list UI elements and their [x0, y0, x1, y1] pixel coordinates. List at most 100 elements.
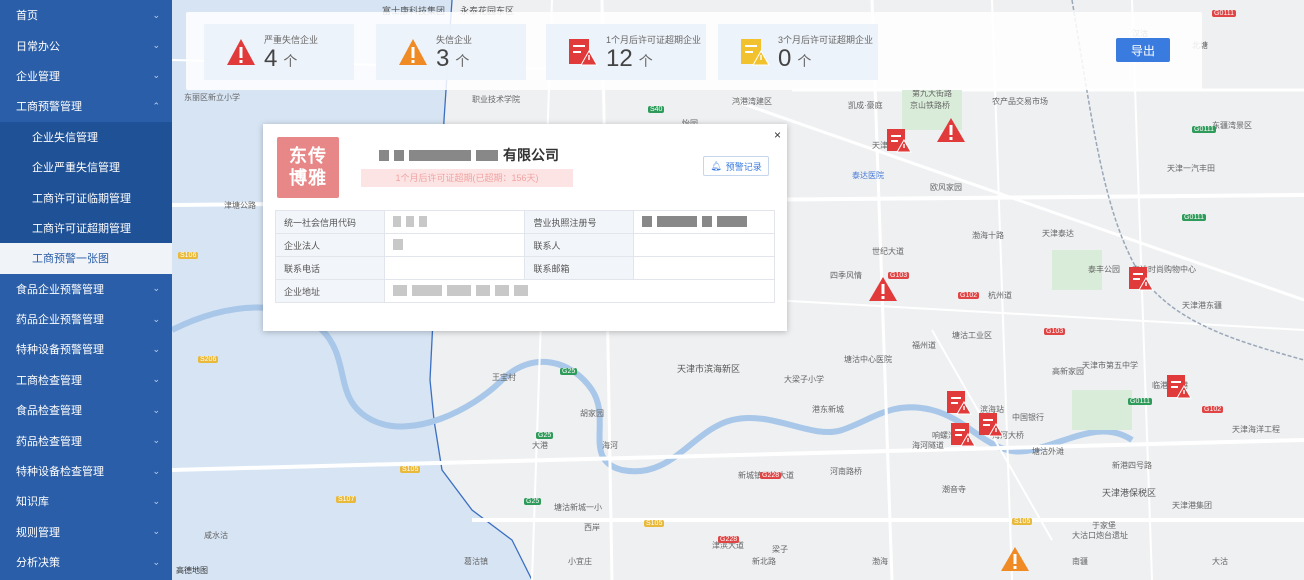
road-badge: G228 — [760, 472, 782, 479]
license-warning-yellow-icon — [741, 39, 770, 66]
sidebar: 首页 ⌄ 日常办公 ⌄ 企业管理 ⌄ 工商预警管理 ⌃ 企业失信管理 企业严重失信管理 … — [0, 0, 172, 580]
warning-record-button[interactable]: 🔔︎ 预警记录 — [703, 156, 769, 176]
stat-card-dishonest[interactable]: 失信企业 3个 — [376, 24, 526, 80]
map-label: 福州道 — [912, 341, 936, 350]
stat-card-serious-dishonest[interactable]: 严重失信企业 4个 — [204, 24, 354, 80]
chevron-down-icon: ⌄ — [152, 70, 160, 81]
company-name-suffix: 有限公司 — [503, 147, 559, 163]
nav-label: 规则管理 — [16, 526, 60, 539]
nav-item-rules[interactable]: 规则管理 ⌄ — [0, 517, 172, 547]
road-badge: S107 — [336, 496, 357, 503]
nav-item-enterprise[interactable]: 企业管理 ⌄ — [0, 61, 172, 91]
expiry-badge: 1个月后许可证超期(已超期：156天) — [361, 169, 573, 187]
nav-item-office[interactable]: 日常办公 ⌄ — [0, 30, 172, 60]
chevron-down-icon: ⌄ — [152, 465, 160, 476]
close-icon[interactable]: × — [774, 128, 781, 142]
map-label: 塘沽新城一小 — [554, 503, 602, 512]
nav-item-drug-warning[interactable]: 药品企业预警管理 ⌄ — [0, 304, 172, 334]
map-label: 新港四号路 — [1112, 461, 1152, 470]
redacted-text — [379, 149, 389, 161]
field-label: 联系邮箱 — [524, 256, 635, 280]
map-label: 海河 — [602, 441, 618, 450]
map-label: 鸿港湾建区 — [732, 97, 772, 106]
map-label: 渤海十路 — [972, 231, 1004, 240]
nav-sub-item-license-expired[interactable]: 工商许可证超期管理 — [0, 213, 172, 243]
nav-sub-item-dishonest[interactable]: 企业失信管理 — [0, 122, 172, 152]
chevron-down-icon: ⌄ — [152, 435, 160, 446]
map-label: 海河隧道 — [912, 441, 944, 450]
map-label: 梁子 — [772, 545, 788, 554]
chevron-down-icon: ⌄ — [152, 9, 160, 20]
road-badge: S105 — [1012, 518, 1033, 525]
map-label: 中国银行 — [1012, 413, 1044, 422]
map-label: 大沽口炮台遗址 — [1072, 531, 1128, 540]
nav-item-equipment-check[interactable]: 特种设备检查管理 ⌄ — [0, 456, 172, 486]
road-badge: G103 — [1044, 328, 1066, 335]
redacted-text — [409, 149, 471, 161]
stat-card-license-1-month[interactable]: 1个月后许可证超期企业 12 个 — [546, 24, 706, 80]
map-label: 渤海 — [872, 557, 888, 566]
nav-item-analysis[interactable]: 分析决策 ⌄ — [0, 547, 172, 577]
nav-label: 知识库 — [16, 496, 49, 509]
stat-value: 3 — [436, 44, 450, 72]
warning-triangle-orange-icon — [399, 39, 427, 65]
field-label: 企业地址 — [275, 279, 385, 303]
field-value — [633, 256, 775, 280]
field-value — [383, 256, 526, 280]
road-badge: S105 — [644, 520, 665, 527]
license-warning-red-icon — [569, 39, 598, 66]
map-label: 凯成·豪庭 — [848, 101, 883, 110]
map-label: 天津港东疆 — [1182, 301, 1222, 310]
map-label: 天津海洋工程 — [1232, 425, 1280, 434]
map-label: 泰达医院 — [852, 171, 884, 180]
logo-text: 东传 — [289, 146, 327, 166]
map-label: 港东新城 — [812, 405, 844, 414]
road-badge: G25 — [524, 498, 542, 505]
nav-item-business-check[interactable]: 工商检查管理 ⌄ — [0, 365, 172, 395]
stat-card-license-3-month[interactable]: 3个月后许可证超期企业 0个 — [718, 24, 878, 80]
chevron-down-icon: ⌄ — [152, 526, 160, 537]
map-label: 河南路桥 — [830, 467, 862, 476]
nav-label: 首页 — [16, 10, 38, 23]
road-badge: G102 — [958, 292, 980, 299]
nav-item-home[interactable]: 首页 ⌄ — [0, 0, 172, 30]
map-label: 塘沽中心医院 — [844, 355, 892, 364]
road-badge: G0111 — [1192, 126, 1216, 133]
export-button[interactable]: 导出 — [1116, 38, 1170, 62]
stat-unit: 个 — [797, 52, 812, 69]
nav-label: 特种设备检查管理 — [16, 466, 104, 479]
company-detail-popup: × 东传 博雅 有限公司 1个月后许可证超期(已超期：156天) 🔔︎ 预警记录… — [263, 124, 787, 331]
map-label: 小宜庄 — [568, 557, 592, 566]
map-label: 新北路 — [752, 557, 776, 566]
nav-item-knowledge[interactable]: 知识库 ⌄ — [0, 486, 172, 516]
map-label: 职业技术学院 — [472, 95, 520, 104]
map-label: 潮音寺 — [942, 485, 966, 494]
chevron-down-icon: ⌄ — [152, 404, 160, 415]
stats-panel: 严重失信企业 4个 失信企业 3个 1个月后许可证超期企业 12 个 3个月后许可… — [186, 12, 1202, 90]
map-label: 四季风情 — [830, 271, 862, 280]
nav-item-food-check[interactable]: 食品检查管理 ⌄ — [0, 395, 172, 425]
warning-record-label: 预警记录 — [725, 161, 762, 172]
map-label: 胡家园 — [580, 409, 604, 418]
nav-item-food-warning[interactable]: 食品企业预警管理 ⌄ — [0, 274, 172, 304]
nav-item-equipment-warning[interactable]: 特种设备预警管理 ⌄ — [0, 334, 172, 364]
nav-sub-item-license-near-expiry[interactable]: 工商许可证临期管理 — [0, 182, 172, 212]
map-label: 天津市滨海新区 — [677, 364, 741, 374]
nav-label: 特种设备预警管理 — [16, 344, 104, 357]
map-label: 大港 — [532, 441, 548, 450]
field-value — [383, 210, 526, 234]
road-badge: S106 — [178, 252, 199, 259]
nav-sub-item-serious-dishonest[interactable]: 企业严重失信管理 — [0, 152, 172, 182]
nav-label: 分析决策 — [16, 557, 60, 570]
company-name: 有限公司 — [379, 145, 559, 165]
nav-item-drug-check[interactable]: 药品检查管理 ⌄ — [0, 425, 172, 455]
map-label: 高新家园 — [1052, 367, 1084, 376]
nav-label: 企业管理 — [16, 70, 60, 83]
map-label: 欧风家园 — [930, 183, 962, 192]
map-label: 葛沽镇 — [464, 557, 488, 566]
field-label: 营业执照注册号 — [524, 210, 635, 234]
nav-item-business-warning[interactable]: 工商预警管理 ⌃ — [0, 91, 172, 121]
nav-sub-item-warning-map[interactable]: 工商预警一张图 — [0, 243, 172, 274]
stat-unit: 个 — [638, 52, 653, 69]
chevron-down-icon: ⌄ — [152, 313, 160, 324]
